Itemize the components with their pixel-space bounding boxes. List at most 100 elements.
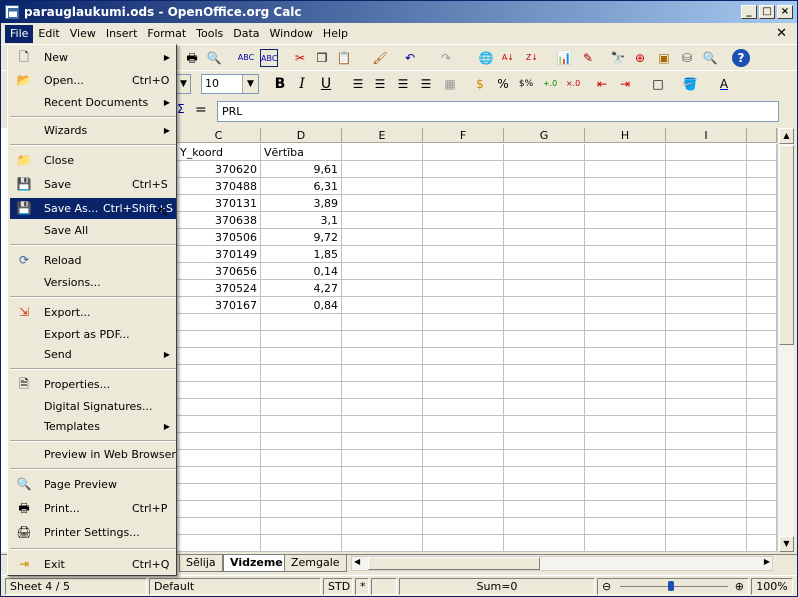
grid-cell[interactable]: 370488 bbox=[177, 178, 261, 195]
grid-cell[interactable] bbox=[423, 229, 504, 246]
grid-cell[interactable] bbox=[423, 314, 504, 331]
grid-cell[interactable] bbox=[342, 416, 423, 433]
grid-cell[interactable] bbox=[747, 246, 777, 263]
hyperlink-icon[interactable]: 🌐 bbox=[477, 49, 495, 67]
grid-cell[interactable] bbox=[666, 467, 747, 484]
draw-functions-icon[interactable]: ✎ bbox=[579, 49, 597, 67]
grid-cell[interactable] bbox=[423, 535, 504, 552]
grid-cell[interactable] bbox=[504, 314, 585, 331]
grid-cell[interactable] bbox=[585, 246, 666, 263]
data-sources-icon[interactable]: ⛁ bbox=[678, 49, 696, 67]
grid-cell[interactable] bbox=[423, 450, 504, 467]
grid-cell[interactable] bbox=[504, 144, 585, 161]
grid-cell[interactable] bbox=[261, 501, 342, 518]
sort-descending-icon[interactable]: Z↓ bbox=[523, 49, 541, 67]
grid-cell[interactable] bbox=[585, 263, 666, 280]
status-selection-mode[interactable]: STD bbox=[323, 578, 353, 595]
grid-cell[interactable] bbox=[342, 314, 423, 331]
grid-cell[interactable] bbox=[177, 365, 261, 382]
grid-cell[interactable] bbox=[666, 450, 747, 467]
grid-cell[interactable] bbox=[261, 314, 342, 331]
grid-cell[interactable] bbox=[261, 382, 342, 399]
column-header-i[interactable]: I bbox=[666, 128, 747, 143]
grid-cell[interactable] bbox=[504, 280, 585, 297]
grid-cell[interactable] bbox=[504, 484, 585, 501]
grid-cell[interactable] bbox=[504, 450, 585, 467]
grid-cell[interactable] bbox=[342, 144, 423, 161]
grid-cell[interactable]: 3,89 bbox=[261, 195, 342, 212]
zoom-slider-handle[interactable] bbox=[668, 581, 674, 591]
grid-cell[interactable] bbox=[747, 535, 777, 552]
grid-cell[interactable] bbox=[585, 518, 666, 535]
column-header-c[interactable]: C bbox=[177, 128, 261, 143]
grid-cell[interactable] bbox=[585, 178, 666, 195]
grid-cell[interactable] bbox=[177, 535, 261, 552]
grid-cell[interactable] bbox=[423, 399, 504, 416]
grid-cell[interactable] bbox=[504, 433, 585, 450]
grid-cell[interactable] bbox=[342, 212, 423, 229]
grid-cell[interactable] bbox=[342, 161, 423, 178]
grid-cell[interactable] bbox=[666, 518, 747, 535]
grid-cell[interactable] bbox=[666, 161, 747, 178]
grid-cell[interactable] bbox=[504, 161, 585, 178]
menu-item-preview-web-browser[interactable]: Preview in Web Browser bbox=[10, 444, 176, 465]
grid-cell[interactable]: 3,1 bbox=[261, 212, 342, 229]
menu-item-export-pdf[interactable]: Export as PDF... bbox=[10, 324, 176, 345]
autospellcheck-icon[interactable]: ABC bbox=[260, 49, 278, 67]
grid-cell[interactable] bbox=[177, 501, 261, 518]
grid-cell[interactable] bbox=[585, 314, 666, 331]
grid-cell[interactable] bbox=[666, 144, 747, 161]
grid-cell[interactable] bbox=[342, 399, 423, 416]
column-header-g[interactable]: G bbox=[504, 128, 585, 143]
menu-item-digital-signatures[interactable]: Digital Signatures... bbox=[10, 396, 176, 417]
grid-cell[interactable] bbox=[585, 365, 666, 382]
grid-cell[interactable] bbox=[177, 484, 261, 501]
grid-cell[interactable] bbox=[504, 365, 585, 382]
grid-cell[interactable] bbox=[261, 331, 342, 348]
italic-icon[interactable]: I bbox=[293, 75, 311, 93]
grid-cell[interactable] bbox=[261, 433, 342, 450]
align-left-icon[interactable]: ☰ bbox=[349, 75, 367, 93]
paste-icon[interactable]: 📋 bbox=[335, 49, 353, 67]
grid-cell[interactable] bbox=[747, 297, 777, 314]
grid-cell[interactable] bbox=[342, 331, 423, 348]
grid-cell[interactable] bbox=[666, 399, 747, 416]
grid-cell[interactable] bbox=[666, 229, 747, 246]
grid-cell[interactable] bbox=[585, 382, 666, 399]
increase-indent-icon[interactable]: ⇥ bbox=[616, 75, 634, 93]
grid-cell[interactable]: 6,31 bbox=[261, 178, 342, 195]
grid-cell[interactable] bbox=[342, 297, 423, 314]
grid-cell[interactable] bbox=[342, 450, 423, 467]
grid-cell[interactable]: Vērtība bbox=[261, 144, 342, 161]
grid-cell[interactable] bbox=[342, 484, 423, 501]
grid-cell[interactable] bbox=[666, 263, 747, 280]
zoom-slider[interactable]: ⊖ ⊕ bbox=[597, 578, 749, 595]
grid-cell[interactable] bbox=[504, 246, 585, 263]
grid-cell[interactable] bbox=[342, 263, 423, 280]
grid-cell[interactable] bbox=[423, 433, 504, 450]
menu-item-save-all[interactable]: Save All bbox=[10, 220, 176, 241]
grid-cell[interactable] bbox=[261, 399, 342, 416]
status-zoom[interactable]: 100% bbox=[751, 578, 793, 595]
grid-cell[interactable] bbox=[666, 314, 747, 331]
grid-cell[interactable] bbox=[504, 518, 585, 535]
grid-cell[interactable] bbox=[423, 467, 504, 484]
grid-cell[interactable] bbox=[177, 518, 261, 535]
grid-cell[interactable] bbox=[504, 501, 585, 518]
grid-cell[interactable]: 0,14 bbox=[261, 263, 342, 280]
grid-cell[interactable] bbox=[666, 365, 747, 382]
copy-icon[interactable]: ❐ bbox=[313, 49, 331, 67]
formula-equals-icon[interactable]: = bbox=[195, 102, 207, 118]
grid-cell[interactable] bbox=[666, 501, 747, 518]
grid-cell[interactable] bbox=[342, 229, 423, 246]
grid-cell[interactable] bbox=[261, 416, 342, 433]
grid-cell[interactable] bbox=[504, 416, 585, 433]
grid-cell[interactable] bbox=[504, 348, 585, 365]
grid-cell[interactable]: 9,72 bbox=[261, 229, 342, 246]
grid-cell[interactable] bbox=[585, 144, 666, 161]
grid-cell[interactable] bbox=[342, 467, 423, 484]
grid-cell[interactable] bbox=[585, 484, 666, 501]
function-wizard-icon[interactable]: Σ bbox=[177, 102, 185, 116]
grid-cell[interactable] bbox=[504, 263, 585, 280]
grid-cell[interactable] bbox=[585, 433, 666, 450]
